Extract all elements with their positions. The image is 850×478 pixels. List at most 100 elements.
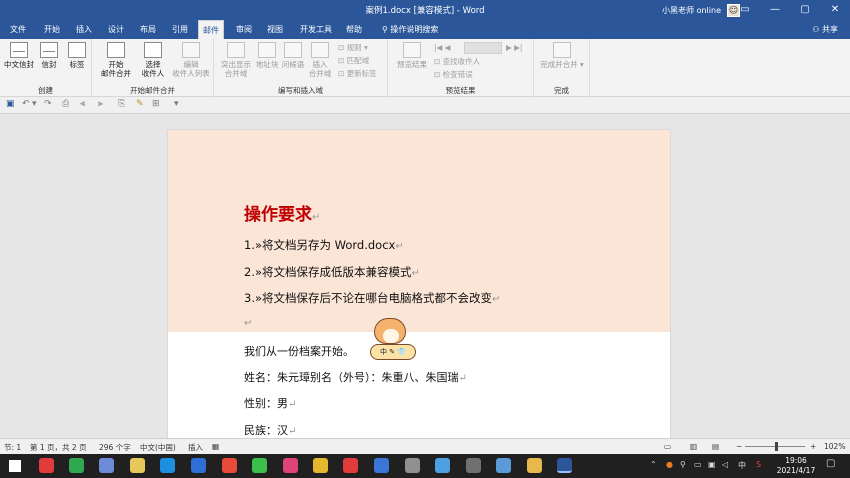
match-fields-button[interactable]: ⊡ 匹配域 <box>338 56 369 66</box>
tab-insert[interactable]: 插入 <box>72 20 96 39</box>
tab-references[interactable]: 引用 <box>168 20 192 39</box>
labels-button[interactable]: 标签 <box>66 42 88 69</box>
tab-file[interactable]: 文件 <box>6 20 30 39</box>
tab-developer[interactable]: 开发工具 <box>296 20 336 39</box>
tray-sogou-icon[interactable]: S <box>756 460 761 469</box>
tab-view[interactable]: 视图 <box>263 20 287 39</box>
glasses-icon[interactable] <box>496 458 511 473</box>
update-labels-button[interactable]: ⊡ 更新标签 <box>338 69 377 79</box>
zoom-in-button[interactable]: + <box>810 442 816 451</box>
start-merge-button[interactable]: 开始 邮件合并 <box>98 42 134 78</box>
status-insert-mode[interactable]: 插入 <box>188 442 203 453</box>
tray-ime-indicator[interactable]: 中 <box>738 460 746 471</box>
photos-icon[interactable] <box>435 458 450 473</box>
user-area[interactable]: 小黑老师 online ☺ <box>662 4 740 17</box>
indent-icon[interactable]: ⫸ <box>98 99 103 109</box>
print-icon[interactable]: ⎘ <box>118 99 125 109</box>
tray-search-icon[interactable]: ⚲ <box>680 460 686 469</box>
zoom-slider-thumb[interactable] <box>775 442 778 451</box>
doc-list-item[interactable]: 3.»将文档保存后不论在哪台电脑格式都不会改变↵ <box>244 290 500 306</box>
folder-icon[interactable] <box>527 458 542 473</box>
macro-icon[interactable]: ▦ <box>212 442 219 451</box>
document-page[interactable]: 操作要求↵ 1.»将文档另存为 Word.docx↵ 2.»将文档保存成低版本兼… <box>168 130 670 438</box>
tray-volume-icon[interactable]: ◁ <box>722 460 728 469</box>
word-blue-icon[interactable] <box>374 458 389 473</box>
tab-design[interactable]: 设计 <box>104 20 128 39</box>
status-word-count[interactable]: 296 个字 <box>99 442 131 453</box>
word-icon[interactable] <box>557 458 572 473</box>
find-recipient-button[interactable]: ⊡ 查找收件人 <box>434 57 480 67</box>
tray-app-icon[interactable]: ● <box>666 460 673 469</box>
envelope-button[interactable]: 信封 <box>38 42 60 69</box>
edge-icon[interactable] <box>160 458 175 473</box>
cn-envelope-button[interactable]: 中文信封 <box>4 42 34 69</box>
redo-icon[interactable]: ↷ <box>44 99 52 109</box>
share-button[interactable]: ⚇ 共享 <box>812 20 838 39</box>
align-icon[interactable]: ⫷ <box>80 99 85 109</box>
print-layout-icon[interactable]: ▤ <box>712 442 719 451</box>
doc-body-line[interactable]: 我们从一份档案开始。 <box>244 343 354 359</box>
user-name[interactable]: 小黑老师 online <box>662 5 721 16</box>
star-icon[interactable] <box>191 458 206 473</box>
doc-list-item[interactable]: 1.»将文档另存为 Word.docx↵ <box>244 237 404 253</box>
status-page[interactable]: 第 1 页，共 2 页 <box>30 442 87 453</box>
select-recipients-button[interactable]: 选择 收件人 <box>136 42 170 78</box>
address-block-button[interactable]: 地址块 <box>254 42 280 69</box>
tab-help[interactable]: 帮助 <box>342 20 366 39</box>
status-section[interactable]: 节: 1 <box>4 442 21 453</box>
record-number-input[interactable] <box>464 42 502 54</box>
start-icon[interactable] <box>9 460 21 472</box>
table-icon[interactable]: ⊞ <box>152 99 160 109</box>
check-errors-button[interactable]: ⊡ 检查错误 <box>434 70 473 80</box>
highlight-fields-button[interactable]: 突出显示 合并域 <box>218 42 254 78</box>
rules-button[interactable]: ⊡ 规则 ▾ <box>338 43 368 53</box>
doc-body-line[interactable]: 性别：男↵ <box>244 395 296 411</box>
tab-mailings[interactable]: 邮件 <box>198 20 224 39</box>
ime-toolbar[interactable]: 中 ✎ 👕 <box>370 344 416 360</box>
format-painter-icon[interactable]: ✎ <box>136 99 144 109</box>
focus-mode-icon[interactable]: ▭ <box>664 442 671 451</box>
undo-icon[interactable]: ↶ <box>22 99 30 109</box>
tray-chevron-icon[interactable]: ⌃ <box>650 460 657 469</box>
tray-folder-icon[interactable]: ▭ <box>694 460 702 469</box>
netease-icon[interactable] <box>343 458 358 473</box>
screen-icon[interactable] <box>99 458 114 473</box>
close-icon[interactable]: ✕ <box>820 0 850 20</box>
finish-merge-button[interactable]: 完成并合并 ▾ <box>538 42 586 69</box>
preview-results-button[interactable]: 预览结果 <box>392 42 432 69</box>
ribbon-display-icon[interactable]: ▭ <box>730 0 760 20</box>
tab-layout[interactable]: 布局 <box>136 20 160 39</box>
notes-icon[interactable] <box>130 458 145 473</box>
print-preview-icon[interactable]: ⎙ <box>62 99 69 109</box>
doc-body-line[interactable]: 民族：汉↵ <box>244 422 296 438</box>
taskbar-clock[interactable]: 19:06 2021/4/17 <box>774 456 818 476</box>
tab-review[interactable]: 审阅 <box>232 20 256 39</box>
edit-recipients-button[interactable]: 编辑 收件人列表 <box>170 42 212 78</box>
cloud-icon[interactable] <box>405 458 420 473</box>
ime-cat-sticker[interactable]: 中 ✎ 👕 <box>368 316 420 366</box>
green-app-icon[interactable] <box>69 458 84 473</box>
wechat-icon[interactable] <box>252 458 267 473</box>
tab-home[interactable]: 开始 <box>40 20 64 39</box>
zoom-level[interactable]: 102% <box>824 442 845 451</box>
doc-heading[interactable]: 操作要求↵ <box>244 200 320 225</box>
tell-me-search[interactable]: ⚲ 操作说明搜索 <box>378 20 442 39</box>
notifications-icon[interactable]: ▢ <box>826 458 835 469</box>
tray-network-icon[interactable]: ▣ <box>708 460 716 469</box>
zoom-out-button[interactable]: − <box>736 442 742 451</box>
doc-body-line[interactable]: 姓名：朱元璋别名（外号）：朱重八、朱国瑞↵ <box>244 369 467 385</box>
greeting-line-button[interactable]: 问候语 <box>280 42 306 69</box>
red-app-icon[interactable] <box>283 458 298 473</box>
circle-app-icon[interactable] <box>466 458 481 473</box>
status-language[interactable]: 中文(中国) <box>140 442 176 453</box>
next-record-button[interactable]: ▶ ▶| <box>506 43 522 53</box>
insert-merge-field-button[interactable]: 插入 合并域 <box>306 42 334 78</box>
minimize-icon[interactable]: — <box>760 0 790 20</box>
maximize-icon[interactable]: ▢ <box>790 0 820 20</box>
doc-list-item[interactable]: 2.»将文档保存成低版本兼容模式↵ <box>244 264 420 280</box>
first-record-button[interactable]: |◀ ◀ <box>434 43 450 53</box>
chrome-icon[interactable] <box>222 458 237 473</box>
save-icon[interactable]: ▣ <box>6 99 15 109</box>
undo-dropdown-icon[interactable]: ▾ <box>32 99 37 109</box>
read-mode-icon[interactable]: ▥ <box>690 442 697 451</box>
